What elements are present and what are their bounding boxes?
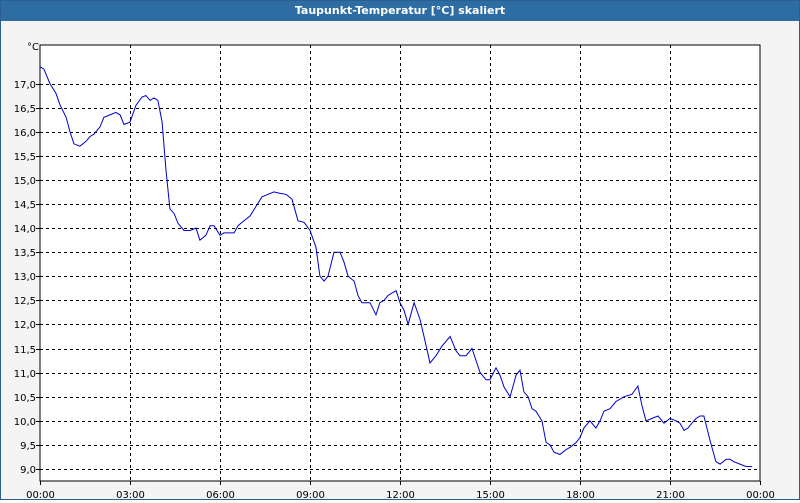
y-tick-label: 9,0 <box>20 465 36 476</box>
x-tick-time-label: 18:00 <box>566 490 595 499</box>
y-tick-label: 12,5 <box>14 296 36 307</box>
y-tick-label: 11,0 <box>14 369 36 380</box>
y-tick-label: 14,5 <box>14 200 36 211</box>
x-tick-time-label: 12:00 <box>386 490 415 499</box>
window-title: Taupunkt-Temperatur [°C] skaliert <box>1 1 799 21</box>
y-tick-label: 15,5 <box>14 152 36 163</box>
y-tick-label: 9,5 <box>20 441 36 452</box>
x-tick-labels: 00:0012.07.2303:0012.07.2306:0012.07.230… <box>26 490 775 501</box>
y-tick-label: 17,0 <box>14 80 36 91</box>
y-tick-labels: 9,0 9,5 10,0 10,5 11,0 11,5 12,0 12,5 13,0 13,5 14… <box>14 80 36 476</box>
y-tick-label: 13,5 <box>14 248 36 259</box>
y-tick-label: 11,5 <box>14 345 36 356</box>
y-tick-label: 14,0 <box>14 224 36 235</box>
x-tick-time-label: 21:00 <box>656 490 685 499</box>
x-tick-time-label: 03:00 <box>116 490 145 499</box>
x-tick-time-label: 00:00 <box>746 490 775 499</box>
y-tick-label: 10,0 <box>14 417 36 428</box>
x-tick-time-label: 06:00 <box>206 490 235 499</box>
x-tick-time-label: 09:00 <box>296 490 325 499</box>
y-tick-label: 10,5 <box>14 393 36 404</box>
x-tick-time-label: 15:00 <box>476 490 505 499</box>
chart-window: Taupunkt-Temperatur [°C] skaliert °C 9,0… <box>0 0 800 501</box>
y-tick-label: 16,0 <box>14 128 36 139</box>
dewpoint-line-chart: °C 9,0 9,5 10,0 10,5 11,0 11,5 12,0 12,5 13,0 13,… <box>14 42 775 501</box>
x-tick-time-label: 00:00 <box>26 490 55 499</box>
y-axis-unit-label: °C <box>27 42 39 53</box>
y-tick-label: 15,0 <box>14 176 36 187</box>
chart-area: °C 9,0 9,5 10,0 10,5 11,0 11,5 12,0 12,5 13,0 13,… <box>1 21 799 501</box>
y-tick-label: 13,0 <box>14 272 36 283</box>
y-tick-label: 12,0 <box>14 320 36 331</box>
y-tick-label: 16,5 <box>14 104 36 115</box>
